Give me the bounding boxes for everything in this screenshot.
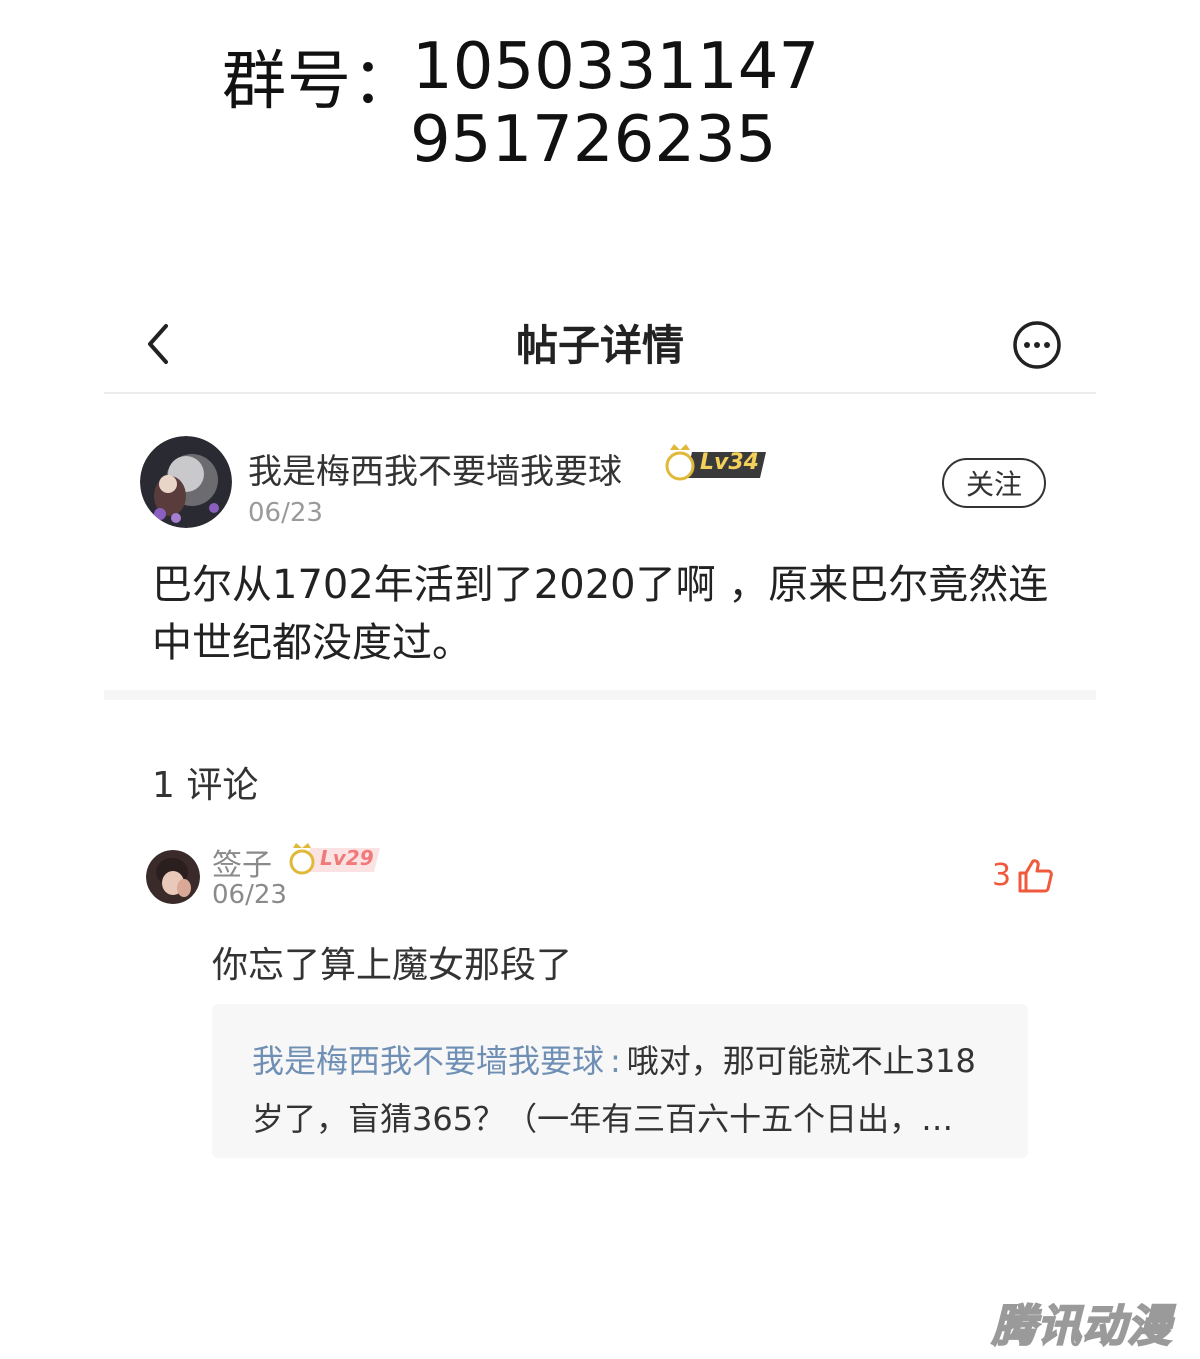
reply-author[interactable]: 我是梅西我不要墙我要球 (252, 1042, 604, 1080)
follow-button[interactable]: 关注 (942, 458, 1046, 508)
post-body: 巴尔从1702年活到了2020了啊 ，原来巴尔竟然连中世纪都没度过。 (152, 562, 1049, 666)
thumbs-up-icon[interactable] (1016, 858, 1054, 894)
post-date: 06/23 (248, 498, 323, 528)
header-divider (104, 392, 1096, 394)
comment-body: 你忘了算上魔女那段了 (212, 945, 573, 986)
section-divider (104, 690, 1096, 700)
reply-text-1: 哦对，那可能就不止318 (626, 1042, 976, 1080)
level-badge: Lv34 (662, 442, 766, 486)
commenter-level-text: Lv29 (320, 846, 374, 870)
commenter-name[interactable]: 签子 (212, 840, 272, 884)
level-badge-text: Lv34 (700, 450, 759, 475)
author-avatar[interactable] (140, 436, 232, 528)
commenter-level-badge: Lv29 (286, 842, 380, 878)
reply-line-1: 我是梅西我不要墙我要球: 哦对，那可能就不止318 (252, 1036, 976, 1082)
comment-date: 06/23 (212, 880, 287, 910)
more-options-icon[interactable] (1012, 320, 1062, 370)
watermark-logo: 腾讯动漫 (991, 1300, 1172, 1353)
reply-line-2: 岁了，盲猜365？（一年有三百六十五个日出，… (252, 1100, 954, 1138)
author-name[interactable]: 我是梅西我不要墙我要球 (248, 444, 622, 493)
group-number-1: 1050331147 (412, 30, 820, 104)
like-count: 3 (992, 858, 1012, 893)
commenter-avatar[interactable] (146, 850, 200, 904)
comment-count: 1 评论 (152, 765, 259, 806)
reply-separator: : (610, 1042, 621, 1080)
group-number-2: 951726235 (410, 103, 777, 177)
group-label: 群号： (222, 45, 417, 119)
